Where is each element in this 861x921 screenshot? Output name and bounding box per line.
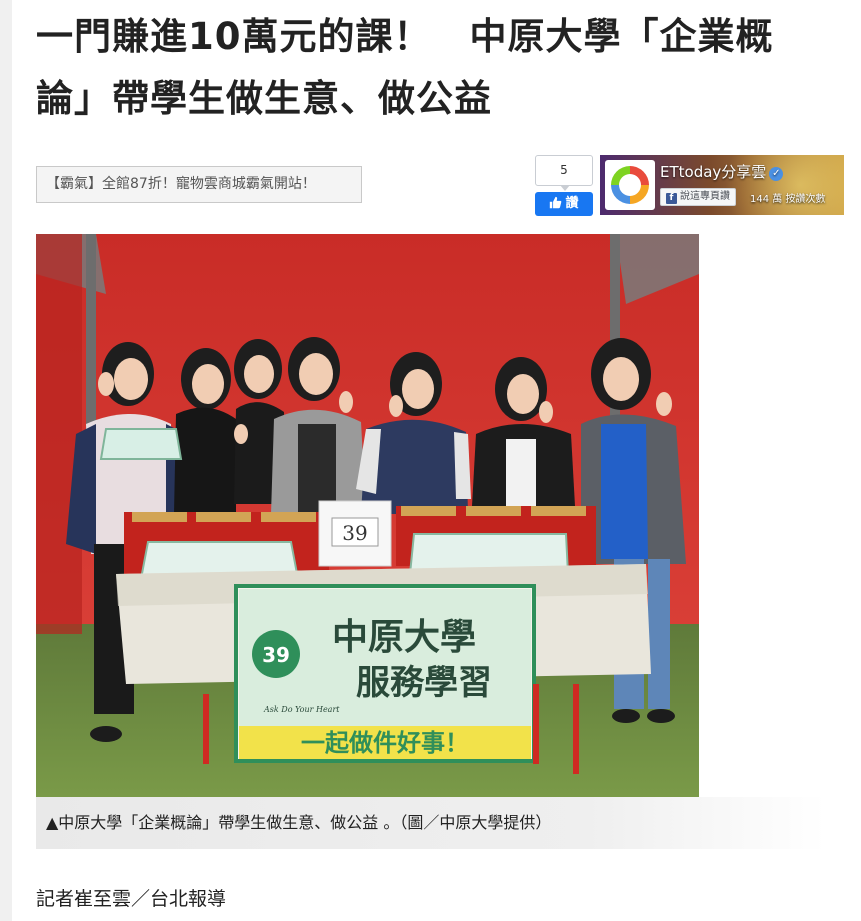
banner-slogan: 一起做件好事！ xyxy=(301,729,469,757)
like-page-label: 說這專頁讚 xyxy=(680,191,730,202)
facebook-f-icon: f xyxy=(666,193,677,204)
ettoday-logo-icon xyxy=(611,166,649,204)
thumbs-up-icon xyxy=(550,196,562,209)
article-byline: 記者崔至雲／台北報導 xyxy=(36,888,227,910)
facebook-like-widget: 5 讚 xyxy=(535,155,593,216)
banner-number: 39 xyxy=(262,643,290,667)
page-name-link[interactable]: ETtoday分享雲 ✓ xyxy=(660,161,784,182)
page-name: ETtoday分享雲 xyxy=(660,163,767,181)
verified-badge-icon: ✓ xyxy=(769,167,784,181)
promo-link[interactable]: 【霸氣】全館87折！寵物雲商城霸氣開站！ xyxy=(36,166,362,203)
like-button-label: 讚 xyxy=(565,196,579,211)
article-title: 一門賺進10萬元的課！ 中原大學「企業概 論」帶學生做生意、做公益 xyxy=(36,6,836,130)
donation-box: 39 xyxy=(318,500,392,567)
page-followers-count: 144 萬 按讚次數 xyxy=(750,194,826,205)
like-count: 5 xyxy=(535,155,593,191)
service-learning-banner: 39 中原大學 服務學習 Ask Do Your Heart 一起做件好事！ xyxy=(234,584,536,763)
photo-caption: ▲中原大學「企業概論」帶學生做生意、做公益 。（圖／中原大學提供） xyxy=(36,797,826,849)
article-photo: 39 39 中原大學 服務學習 Ask Do Your Heart 一起做件好事… xyxy=(36,234,699,797)
banner-school-name: 中原大學 xyxy=(332,617,476,658)
like-page-button[interactable]: f 說這專頁讚 xyxy=(660,188,736,206)
article-title-line-2: 論」帶學生做生意、做公益 xyxy=(36,77,492,120)
banner-script-text: Ask Do Your Heart xyxy=(263,705,340,714)
banner-program-name: 服務學習 xyxy=(356,663,492,703)
page-avatar[interactable] xyxy=(605,160,655,210)
booth-number-label: 39 xyxy=(342,521,367,545)
booth-photo-illustration: 39 39 中原大學 服務學習 Ask Do Your Heart 一起做件好事… xyxy=(36,234,699,797)
article-title-line-1: 一門賺進10萬元的課！ 中原大學「企業概 xyxy=(36,15,774,58)
facebook-page-plugin[interactable]: ETtoday分享雲 ✓ f 說這專頁讚 144 萬 按讚次數 xyxy=(600,155,844,215)
page-left-gutter xyxy=(0,0,12,921)
like-button[interactable]: 讚 xyxy=(535,192,593,216)
